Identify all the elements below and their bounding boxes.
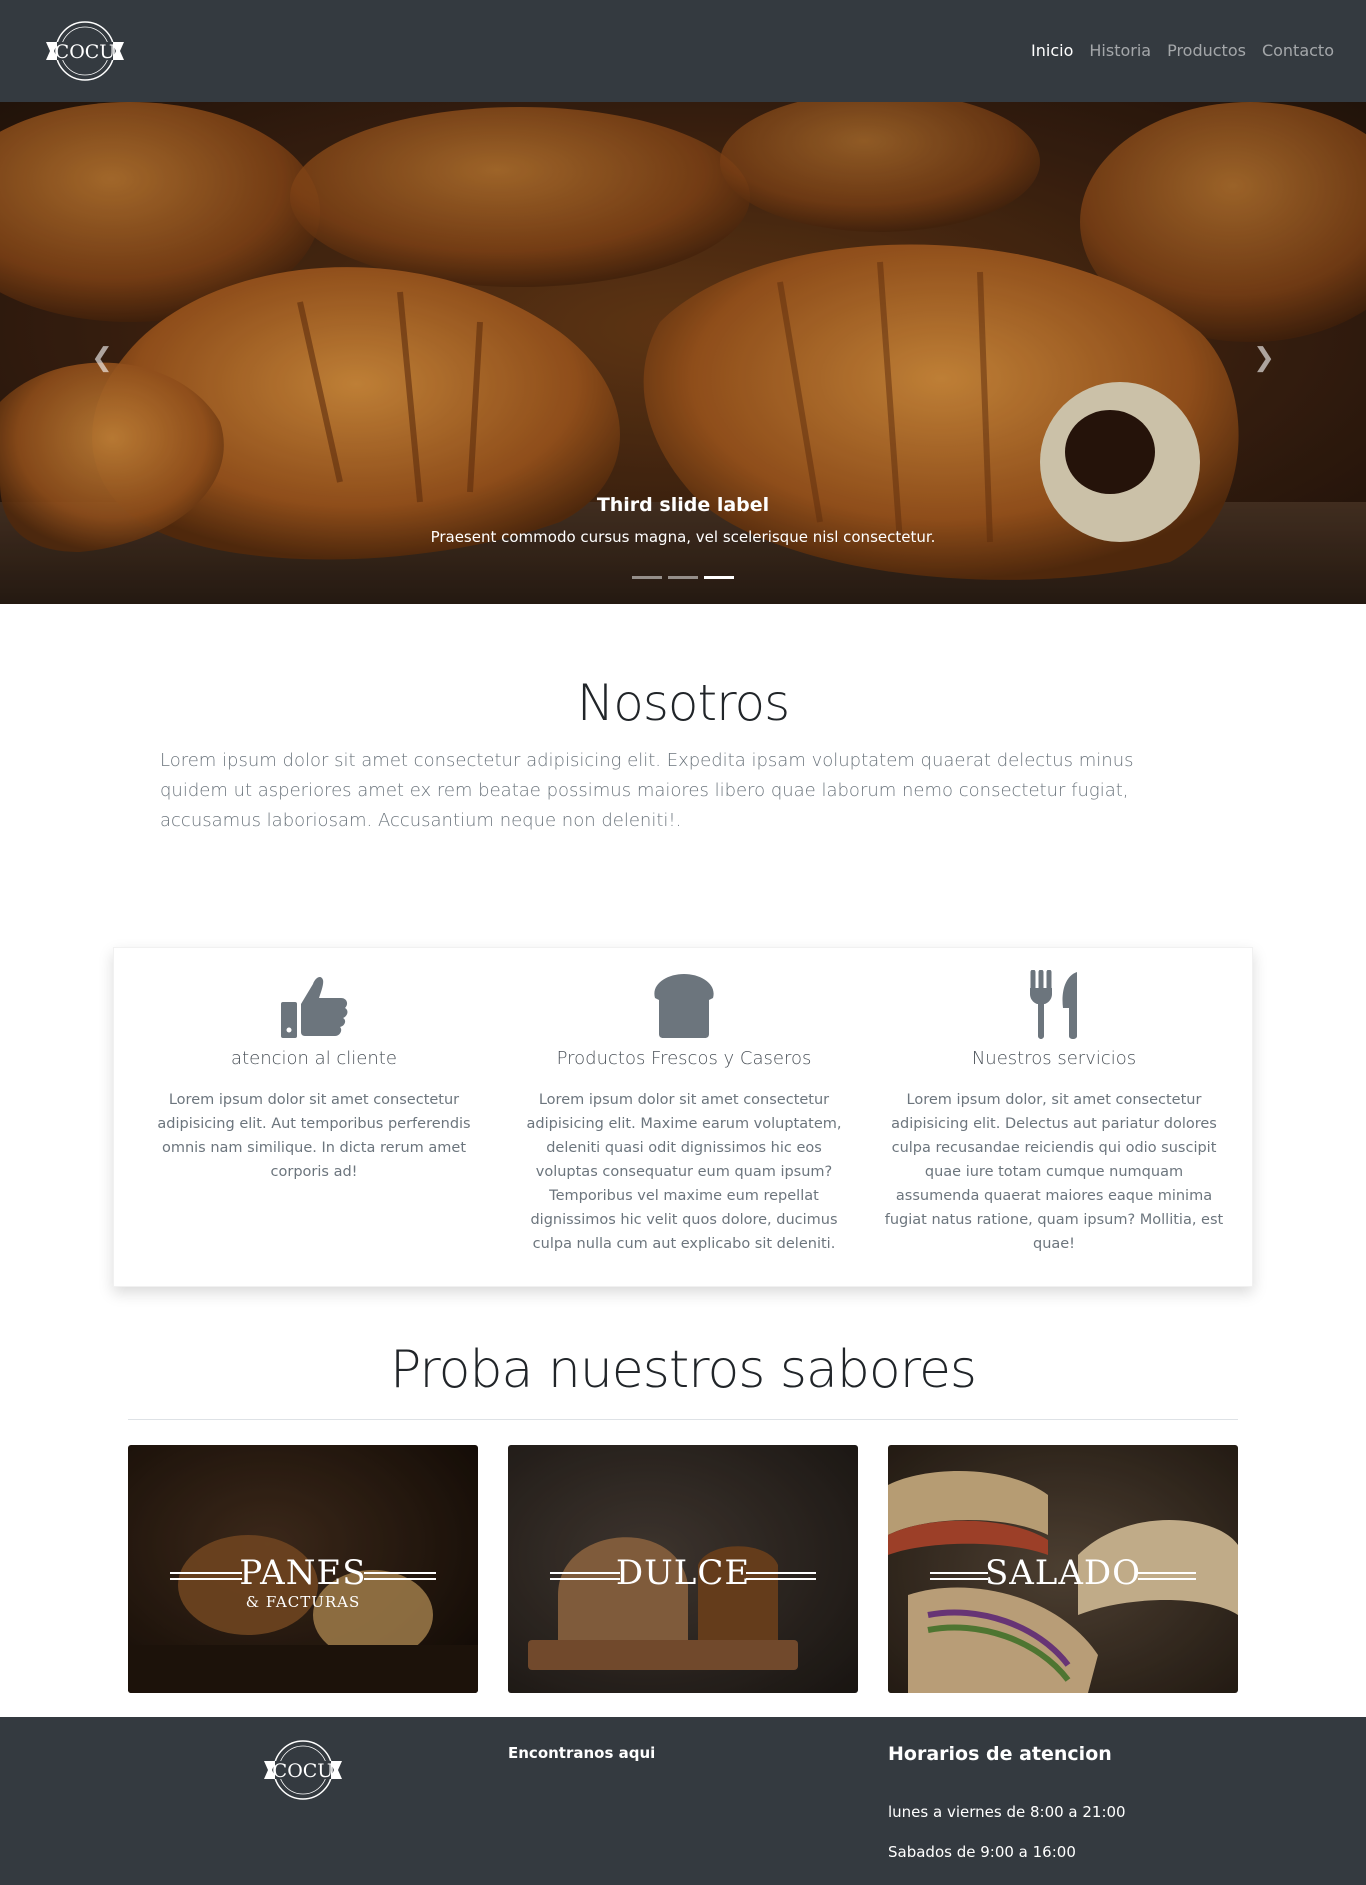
hours-weekdays: lunes a viernes de 8:00 a 21:00 bbox=[888, 1803, 1126, 1821]
nav-productos[interactable]: Productos bbox=[1159, 40, 1254, 62]
navbar: COCU Inicio Historia Productos Contacto bbox=[0, 0, 1366, 102]
nav-contacto[interactable]: Contacto bbox=[1254, 40, 1342, 62]
find-us-heading: Encontranos aqui bbox=[508, 1744, 656, 1762]
footer: COCU Encontranos aqui Horarios de atenci… bbox=[0, 1717, 1366, 1885]
proba-title: Proba nuestros sabores bbox=[389, 1340, 977, 1400]
utensils-icon bbox=[1030, 970, 1077, 1039]
thumbs-up-icon bbox=[281, 977, 348, 1038]
feature-title-atencion: atencion al cliente bbox=[231, 1048, 397, 1069]
footer-logo-text: COCU bbox=[273, 1760, 334, 1782]
indicator-2[interactable] bbox=[668, 576, 698, 579]
feature-text-atencion: Lorem ipsum dolor sit amet consectetur a… bbox=[157, 1092, 471, 1180]
feature-title-productos: Productos Frescos y Caseros bbox=[556, 1048, 812, 1069]
main-nav: Inicio Historia Productos Contacto bbox=[1023, 40, 1342, 62]
tile-dulce[interactable]: DULCE bbox=[508, 1445, 858, 1693]
chevron-left-icon: ❮ bbox=[91, 343, 113, 373]
divider bbox=[128, 1419, 1238, 1420]
tile-salado[interactable]: SALADO bbox=[888, 1445, 1238, 1693]
nosotros-text: Lorem ipsum dolor sit amet consectetur a… bbox=[160, 750, 1134, 831]
chevron-right-icon: ❯ bbox=[1253, 343, 1275, 373]
carousel-indicators bbox=[632, 576, 734, 579]
hero-carousel: ❮ ❯ Third slide label Praesent commodo c… bbox=[0, 102, 1366, 604]
footer-logo: COCU bbox=[264, 1740, 342, 1800]
feature-text-servicios: Lorem ipsum dolor, sit amet consectetur … bbox=[884, 1092, 1224, 1252]
carousel-prev[interactable]: ❮ bbox=[82, 342, 122, 374]
nosotros-title: Nosotros bbox=[576, 674, 790, 732]
nav-inicio[interactable]: Inicio bbox=[1023, 40, 1081, 62]
feature-text-productos: Lorem ipsum dolor sit amet consectetur a… bbox=[526, 1092, 842, 1252]
caption-title: Third slide label bbox=[596, 494, 770, 516]
tile-sub-panes: & FACTURAS bbox=[245, 1593, 361, 1611]
bread-icon bbox=[654, 974, 714, 1038]
feature-title-servicios: Nuestros servicios bbox=[971, 1048, 1137, 1069]
hours-saturday: Sabados de 9:00 a 16:00 bbox=[888, 1843, 1076, 1861]
caption-text: Praesent commodo cursus magna, vel scele… bbox=[430, 528, 936, 546]
logo-text: COCU bbox=[55, 41, 116, 63]
hours-title: Horarios de atencion bbox=[888, 1743, 1112, 1765]
nav-historia[interactable]: Historia bbox=[1081, 40, 1159, 62]
indicator-1[interactable] bbox=[632, 576, 662, 579]
tile-label-dulce: DULCE bbox=[615, 1553, 751, 1593]
indicator-3[interactable] bbox=[704, 576, 734, 579]
tile-label-panes: PANES bbox=[239, 1553, 367, 1593]
carousel-next[interactable]: ❯ bbox=[1244, 342, 1284, 374]
tile-label-salado: SALADO bbox=[984, 1553, 1142, 1593]
logo[interactable]: COCU bbox=[44, 20, 126, 82]
features-card: atencion al cliente Lorem ipsum dolor si… bbox=[113, 947, 1253, 1287]
tile-panes[interactable]: PANES & FACTURAS bbox=[128, 1445, 478, 1693]
